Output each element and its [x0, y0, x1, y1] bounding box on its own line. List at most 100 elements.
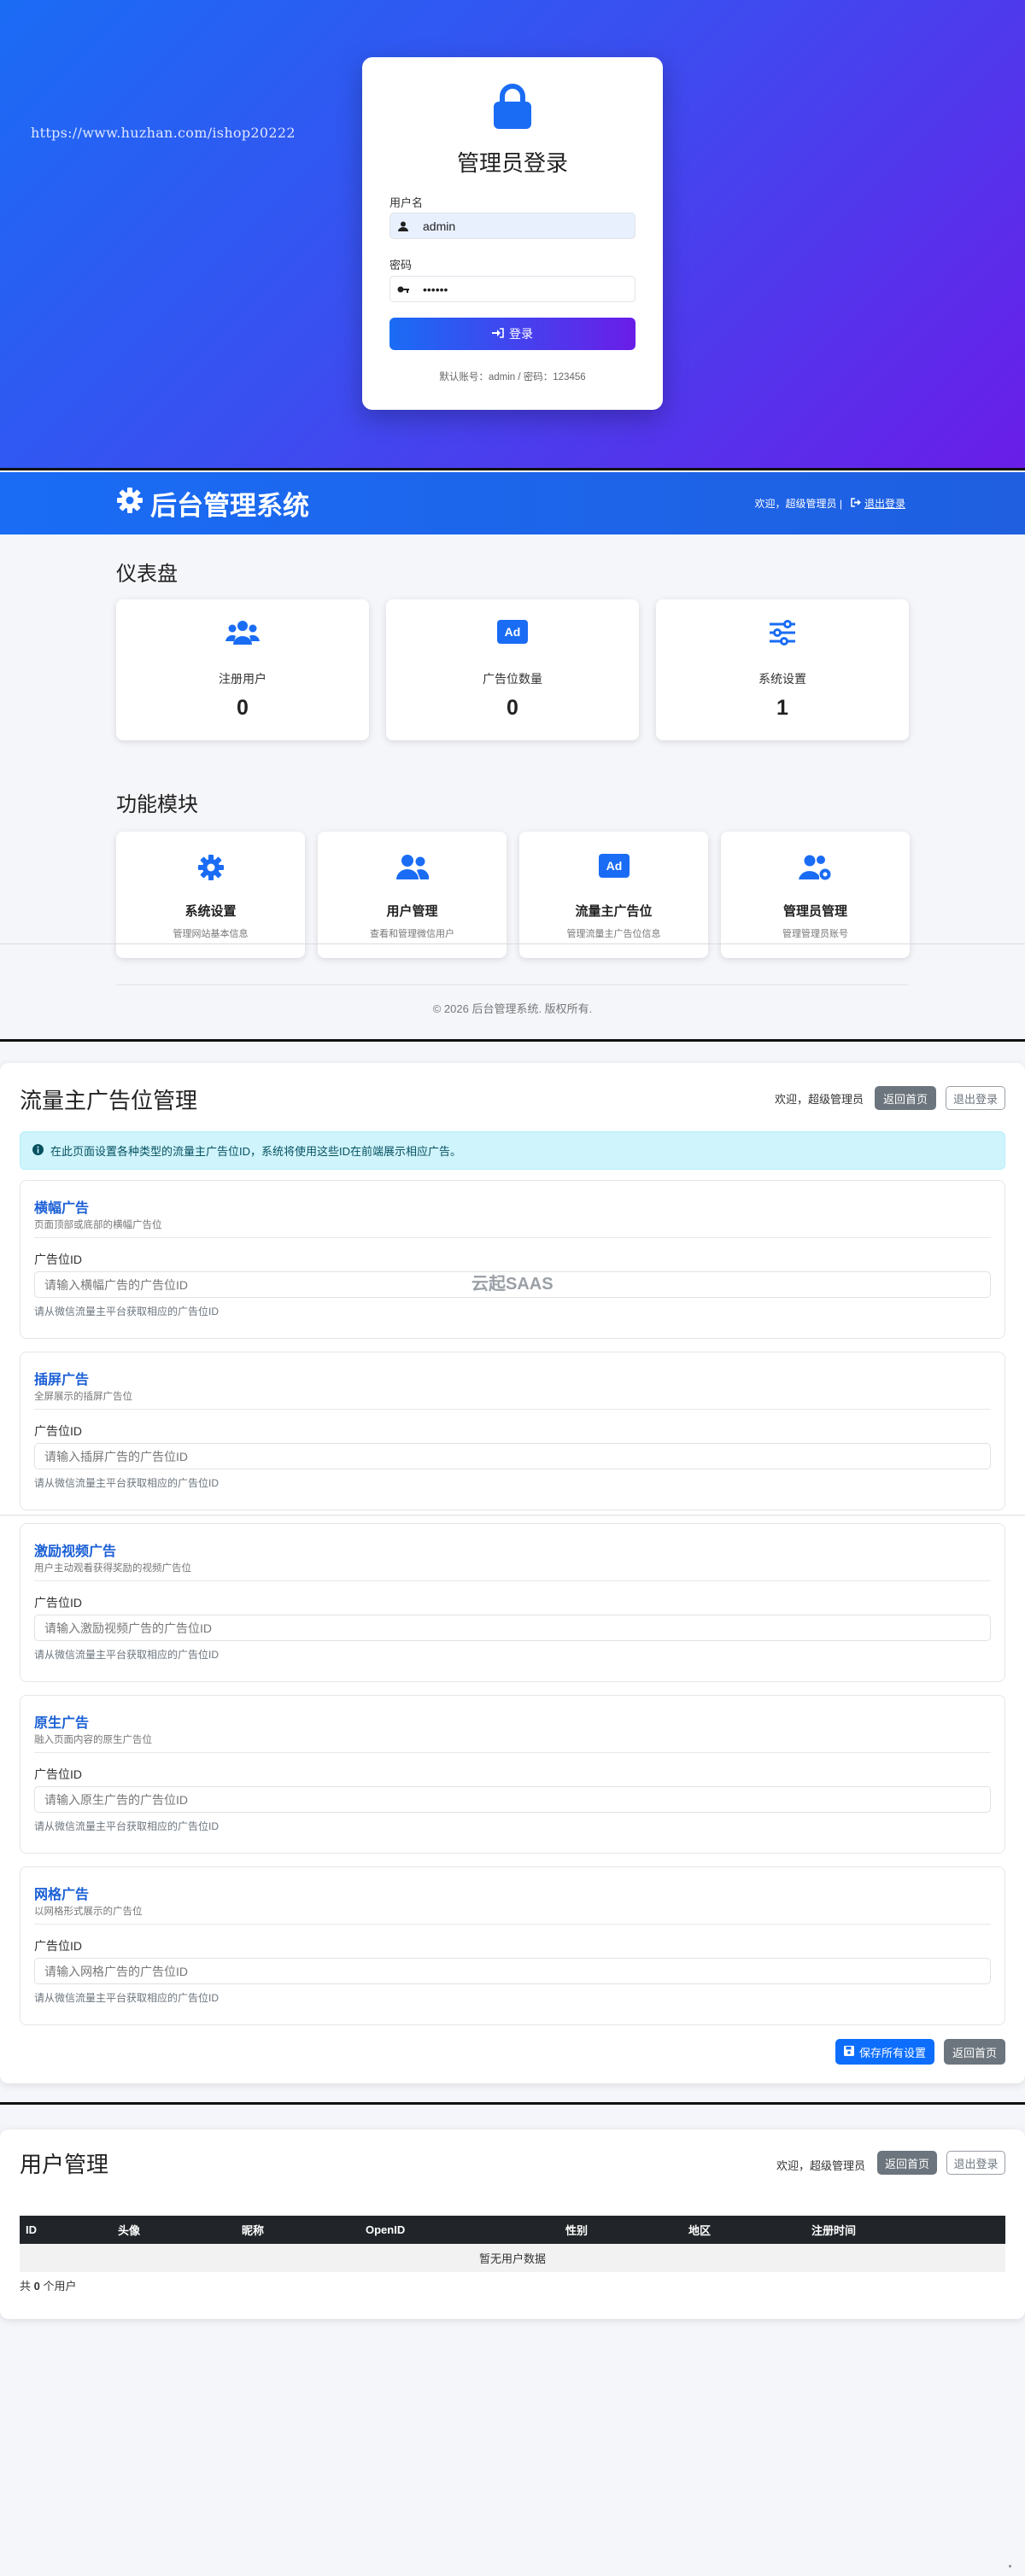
- lock-icon: [492, 83, 533, 131]
- login-button[interactable]: 登录: [390, 318, 636, 350]
- field-hint: 请从微信流量主平台获取相应的广告位ID: [34, 1820, 220, 1832]
- stat-label: 广告位数量: [483, 672, 542, 686]
- ad-card-title: 激励视频广告: [34, 1545, 117, 1559]
- column-header: 地区: [682, 2216, 805, 2244]
- module-desc: 管理管理员账号: [782, 929, 848, 939]
- users-table: ID 头像 昵称 OpenID 性别 地区 注册时间 暂无用户数据: [20, 2216, 1005, 2272]
- ad-card-subtitle: 全屏展示的插屏广告位: [34, 1392, 132, 1402]
- save-all-button[interactable]: 保存所有设置: [835, 2039, 934, 2065]
- username-label: 用户名: [390, 196, 424, 209]
- logout-button[interactable]: 退出登录: [946, 2151, 1005, 2175]
- svg-text:Ad: Ad: [505, 625, 521, 639]
- ad-card-title: 网格广告: [34, 1888, 90, 1902]
- gear-icon: [116, 487, 144, 521]
- logout-button[interactable]: 退出登录: [946, 1086, 1005, 1110]
- module-label: 用户管理: [386, 904, 438, 919]
- back-home-button[interactable]: 返回首页: [944, 2039, 1005, 2065]
- login-screen: https://www.huzhan.com/ishop20222 管理员登录 …: [0, 0, 1025, 468]
- home-button[interactable]: 返回首页: [875, 1086, 936, 1110]
- grid-ad-id-input[interactable]: 请输入网格广告的广告位ID: [34, 1958, 991, 1984]
- field-label: 广告位ID: [34, 1596, 82, 1609]
- key-icon: [390, 284, 416, 295]
- module-card-users[interactable]: 用户管理 查看和管理微信用户: [318, 832, 507, 958]
- save-all-label: 保存所有设置: [858, 2046, 926, 2059]
- field-label: 广告位ID: [34, 1253, 82, 1266]
- password-label: 密码: [390, 259, 413, 272]
- username-field[interactable]: admin: [390, 213, 636, 239]
- field-hint: 请从微信流量主平台获取相应的广告位ID: [34, 1649, 220, 1661]
- login-card: 管理员登录 用户名 admin 密码 •••••• 登录 默认账号：admin …: [362, 57, 663, 410]
- section-divider: [0, 468, 1025, 470]
- column-header: 头像: [112, 2216, 236, 2244]
- ad-card-title: 插屏广告: [34, 1373, 90, 1387]
- field-hint: 请从微信流量主平台获取相应的广告位ID: [34, 1306, 220, 1317]
- ad-card-rewarded-video: 激励视频广告 用户主动观看获得奖励的视频广告位 广告位ID 请输入激励视频广告的…: [20, 1523, 1005, 1682]
- stat-value: 0: [237, 696, 249, 720]
- ad-card-title: 横幅广告: [34, 1201, 90, 1216]
- corner-dot: [1009, 2565, 1011, 2567]
- divider: [34, 1752, 991, 1753]
- module-card-ads[interactable]: Ad 流量主广告位 管理流量主广告位信息: [519, 832, 708, 958]
- footer-divider: [116, 984, 909, 985]
- overview-title: 仪表盘: [116, 563, 178, 586]
- logout-label: 退出登录: [864, 498, 905, 510]
- rewarded-video-ad-id-input[interactable]: 请输入激励视频广告的广告位ID: [34, 1615, 991, 1641]
- username-value: admin: [423, 219, 456, 233]
- count-value: 0: [33, 2280, 40, 2293]
- empty-message: 暂无用户数据: [20, 2244, 1005, 2272]
- section-divider: [0, 2102, 1025, 2105]
- sliders-icon: [656, 620, 909, 645]
- native-ad-id-input[interactable]: 请输入原生广告的广告位ID: [34, 1786, 991, 1813]
- interstitial-ad-id-input[interactable]: 请输入插屏广告的广告位ID: [34, 1443, 991, 1469]
- count-prefix: 共: [20, 2280, 32, 2293]
- ad-icon: Ad: [386, 620, 639, 644]
- info-text: 在此页面设置各种类型的流量主广告位ID，系统将使用这些ID在前端展示相应广告。: [50, 1145, 462, 1158]
- users-icon: [318, 854, 507, 879]
- divider: [0, 943, 1025, 944]
- welcome-text: 欢迎，超级管理员: [776, 2159, 866, 2172]
- page-title: 流量主广告位管理: [20, 1088, 198, 1113]
- home-button[interactable]: 返回首页: [877, 2151, 937, 2175]
- password-field[interactable]: ••••••: [390, 276, 636, 302]
- ad-card-subtitle: 融入页面内容的原生广告位: [34, 1735, 152, 1745]
- module-label: 流量主广告位: [575, 904, 653, 919]
- field-label: 广告位ID: [34, 1939, 82, 1953]
- field-label: 广告位ID: [34, 1767, 82, 1781]
- module-desc: 管理流量主广告位信息: [566, 929, 661, 939]
- ad-card-grid: 网格广告 以网格形式展示的广告位 广告位ID 请输入网格广告的广告位ID 请从微…: [20, 1866, 1005, 2025]
- page-title: 用户管理: [20, 2152, 109, 2177]
- module-card-admins[interactable]: 管理员管理 管理管理员账号: [721, 832, 910, 958]
- ad-card-subtitle: 以网格形式展示的广告位: [34, 1907, 143, 1917]
- ad-card-title: 原生广告: [34, 1716, 90, 1731]
- svg-text:Ad: Ad: [606, 859, 622, 873]
- divider: [34, 1237, 991, 1238]
- password-value: ••••••: [423, 282, 448, 296]
- login-hint: 默认账号：admin / 密码：123456: [439, 372, 586, 383]
- stat-label: 系统设置: [758, 672, 806, 686]
- save-icon: [843, 2045, 854, 2059]
- brand[interactable]: 后台管理系统: [116, 484, 309, 523]
- column-header: 性别: [559, 2216, 682, 2244]
- ad-icon: Ad: [519, 854, 708, 878]
- ad-card-subtitle: 用户主动观看获得奖励的视频广告位: [34, 1563, 191, 1574]
- watermark-text: 云起SAAS: [472, 1275, 554, 1294]
- section-divider: [0, 1039, 1025, 1042]
- user-manager-panel: 用户管理 欢迎，超级管理员 返回首页 退出登录 ID 头像 昵称 OpenID …: [0, 2129, 1025, 2319]
- field-hint: 请从微信流量主平台获取相应的广告位ID: [34, 1477, 220, 1489]
- dashboard-header: 后台管理系统 欢迎，超级管理员 | 退出登录: [0, 472, 1025, 534]
- divider: [34, 1409, 991, 1410]
- sign-out-icon: [851, 497, 861, 510]
- login-button-label: 登录: [509, 327, 533, 341]
- watermark-url: https://www.huzhan.com/ishop20222: [31, 125, 296, 141]
- stat-card-users: 注册用户 0: [116, 599, 369, 740]
- module-desc: 查看和管理微信用户: [370, 929, 454, 939]
- count-suffix: 个用户: [43, 2280, 77, 2293]
- logout-link[interactable]: 退出登录: [851, 496, 905, 511]
- stat-value: 1: [776, 696, 788, 720]
- brand-title: 后台管理系统: [150, 491, 309, 521]
- welcome-text: 欢迎，超级管理员: [775, 1093, 864, 1106]
- column-header: 注册时间: [805, 2216, 1005, 2244]
- dashboard-footer: © 2026 后台管理系统. 版权所有.: [432, 1002, 593, 1015]
- table-row: 暂无用户数据: [20, 2244, 1005, 2272]
- module-card-settings[interactable]: 系统设置 管理网站基本信息: [116, 832, 305, 958]
